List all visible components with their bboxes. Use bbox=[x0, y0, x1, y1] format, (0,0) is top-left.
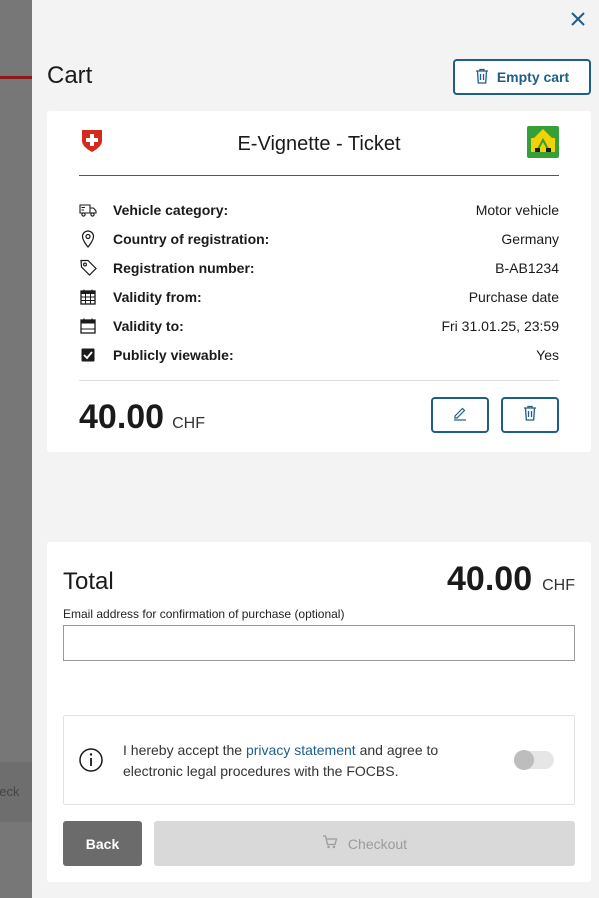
toggle-knob bbox=[514, 750, 534, 770]
cart-drawer: Cart Empty cart E-Vignette - Ticket Vehi… bbox=[32, 0, 599, 898]
background-partial-button: heck bbox=[0, 762, 32, 822]
detail-row-country: Country of registration: Germany bbox=[79, 224, 559, 253]
detail-value: Motor vehicle bbox=[475, 201, 559, 218]
detail-row-validity-from: Validity from: Purchase date bbox=[79, 282, 559, 311]
checkout-label: Checkout bbox=[347, 835, 408, 852]
cart-title: Cart bbox=[47, 62, 93, 89]
background-divider bbox=[0, 76, 32, 79]
price-divider bbox=[79, 380, 559, 381]
pencil-icon bbox=[452, 405, 468, 426]
calendar-icon bbox=[79, 317, 97, 335]
truck-icon bbox=[79, 201, 97, 219]
title-divider bbox=[79, 175, 559, 176]
detail-row-publicly-viewable: Publicly viewable: Yes bbox=[79, 340, 559, 369]
detail-value: Fri 31.01.25, 23:59 bbox=[441, 317, 559, 334]
ticket-card: E-Vignette - Ticket Vehicle category: Mo… bbox=[47, 111, 591, 452]
detail-row-registration: Registration number: B-AB1234 bbox=[79, 253, 559, 282]
detail-label: Registration number: bbox=[113, 259, 255, 276]
ticket-price-amount: 40.00 bbox=[79, 398, 165, 436]
trash-icon bbox=[475, 68, 489, 87]
back-button[interactable]: Back bbox=[63, 821, 142, 866]
total-price: 40.00 CHF bbox=[447, 560, 575, 599]
close-icon[interactable] bbox=[567, 10, 589, 32]
email-label: Email address for confirmation of purcha… bbox=[63, 607, 345, 621]
privacy-statement-link[interactable]: privacy statement bbox=[246, 742, 356, 758]
delete-ticket-button[interactable] bbox=[501, 397, 559, 433]
total-amount: 40.00 bbox=[447, 560, 533, 598]
detail-label: Publicly viewable: bbox=[113, 346, 234, 363]
trash-icon bbox=[523, 405, 537, 426]
detail-row-vehicle-category: Vehicle category: Motor vehicle bbox=[79, 195, 559, 224]
checkout-panel: Total 40.00 CHF Email address for confir… bbox=[47, 542, 591, 882]
calendar-grid-icon bbox=[79, 288, 97, 306]
consent-text: I hereby accept the privacy statement an… bbox=[123, 740, 453, 782]
ticket-details: Vehicle category: Motor vehicle Country … bbox=[79, 195, 559, 369]
detail-label: Validity from: bbox=[113, 288, 202, 305]
checkout-button[interactable]: Checkout bbox=[154, 821, 575, 866]
ticket-title: E-Vignette - Ticket bbox=[237, 133, 401, 155]
detail-label: Country of registration: bbox=[113, 230, 270, 247]
detail-value: Germany bbox=[501, 230, 559, 247]
consent-prefix: I hereby accept the bbox=[123, 742, 246, 758]
tag-icon bbox=[79, 259, 97, 277]
email-field[interactable] bbox=[63, 625, 575, 661]
detail-label: Validity to: bbox=[113, 317, 184, 334]
ticket-price: 40.00 CHF bbox=[79, 398, 205, 437]
vignette-logo-icon bbox=[527, 126, 559, 158]
consent-toggle[interactable] bbox=[514, 750, 554, 770]
consent-box: I hereby accept the privacy statement an… bbox=[63, 715, 575, 805]
detail-label: Vehicle category: bbox=[113, 201, 229, 218]
info-icon bbox=[78, 747, 104, 773]
detail-value: Yes bbox=[536, 346, 559, 363]
detail-value: B-AB1234 bbox=[495, 259, 559, 276]
empty-cart-button[interactable]: Empty cart bbox=[453, 59, 591, 95]
detail-value: Purchase date bbox=[468, 288, 559, 305]
checkbox-checked-icon bbox=[79, 346, 97, 364]
total-currency: CHF bbox=[542, 577, 575, 594]
cart-icon bbox=[322, 835, 338, 852]
ticket-price-currency: CHF bbox=[172, 415, 205, 432]
detail-row-validity-to: Validity to: Fri 31.01.25, 23:59 bbox=[79, 311, 559, 340]
edit-ticket-button[interactable] bbox=[431, 397, 489, 433]
location-pin-icon bbox=[79, 229, 97, 248]
empty-cart-label: Empty cart bbox=[496, 69, 570, 85]
total-label: Total bbox=[63, 568, 114, 595]
